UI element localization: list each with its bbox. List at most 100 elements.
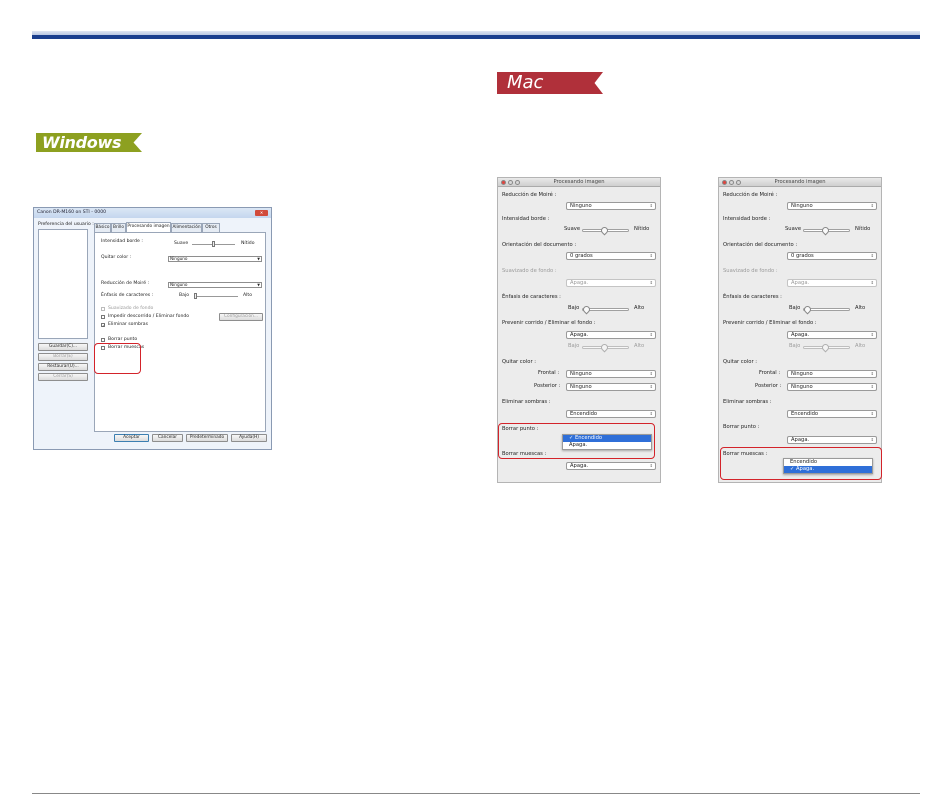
restore-button[interactable]: Restaurar(U)... [38,363,88,371]
bg-smooth-label: Suavizado de fondo : [723,268,778,274]
slider-thumb[interactable] [212,241,215,247]
help-button[interactable]: Ayuda(H) [231,434,267,442]
edge-label: Intensidad borde : [723,216,771,222]
default-button[interactable]: Predeterminado [186,434,228,442]
char-slider[interactable] [802,304,850,315]
bg-smooth-select[interactable]: Apaga. ⇕ [566,279,656,287]
shadow-label: Eliminar sombras [108,322,148,327]
back-select[interactable]: Ninguno ⇕ [787,383,877,391]
tab-feeding[interactable]: Alimentación [171,223,202,232]
slider-thumb[interactable] [581,304,592,315]
orientation-select[interactable]: 0 grados ⇕ [566,252,656,260]
erase-dot-label: Borrar punto : [723,424,760,430]
char-emphasis-label: Énfasis de caracteres : [101,293,154,298]
back-select[interactable]: Ninguno ⇕ [566,383,656,391]
window-title: Canon DR-M160 on STI - 0000 [34,208,271,218]
slider-thumb[interactable] [802,304,813,315]
prevent-label: Prevenir corrido / Eliminar el fondo : [723,320,817,326]
chevron-updown-icon: ⇕ [649,411,653,416]
moire-value: Ninguno [791,203,813,209]
moire-label: Reducción de Moiré : [723,192,778,198]
moire-value: Ninguno [570,203,592,209]
slider-thumb[interactable] [599,225,610,236]
config-button[interactable]: Configuración... [219,313,263,321]
bg-smooth-value: Apaga. [791,280,810,286]
delete-button[interactable]: Borrar(E) [38,353,88,361]
close-icon[interactable]: ✕ [255,210,268,216]
prevent-bleed-checkbox[interactable] [101,315,105,319]
highlight-box [94,343,141,374]
edge-emphasis-slider[interactable] [192,241,235,247]
slider-thumb[interactable] [599,342,610,353]
char-high-label: Alto [634,305,645,311]
windows-badge-label: Windows [42,133,122,152]
chevron-updown-icon: ⇕ [870,280,874,285]
tab-image-processing[interactable]: Procesando imagen [126,222,171,232]
moire-value: Ninguno [170,282,188,287]
moire-label: Reducción de Moiré : [101,281,150,286]
orientation-select[interactable]: 0 grados ⇕ [787,252,877,260]
ok-button[interactable]: Aceptar [114,434,149,442]
slider-thumb[interactable] [820,342,831,353]
erase-dot-checkbox[interactable] [101,338,105,342]
slider-thumb[interactable] [194,293,197,299]
char-slider[interactable] [581,304,629,315]
front-label: Frontal : [538,370,560,376]
back-label: Posterior : [755,383,782,389]
edge-slider[interactable] [803,225,850,236]
front-select[interactable]: Ninguno ⇕ [566,370,656,378]
slider-thumb[interactable] [820,225,831,236]
remove-color-select[interactable]: Ninguno ▼ [168,256,262,262]
shadow-select[interactable]: Encendido ⇕ [566,410,656,418]
shadow-select[interactable]: Encendido ⇕ [787,410,877,418]
char-label: Énfasis de caracteres : [723,294,782,300]
tab-brightness[interactable]: Brillo [111,223,126,232]
remove-color-label: Quitar color : [101,255,132,260]
user-prefs-list[interactable] [38,229,88,339]
bg-smooth-select[interactable]: Apaga. ⇕ [787,279,877,287]
moire-select[interactable]: Ninguno ▼ [168,282,262,288]
moire-select[interactable]: Ninguno ⇕ [787,202,877,210]
cancel-button[interactable]: Cancelar [152,434,183,442]
edge-emphasis-label: Intensidad borde : [101,239,143,244]
zoom-icon[interactable] [515,180,520,185]
close-icon[interactable] [722,180,727,185]
shadow-checkbox[interactable]: ✓ [101,323,105,328]
front-select[interactable]: Ninguno ⇕ [787,370,877,378]
edge-low-label: Suave [564,226,581,232]
mac-badge-label: Mac [507,72,544,93]
bg-smooth-checkbox[interactable] [101,307,105,311]
erase-notch-select[interactable]: Apaga. ⇕ [566,462,656,470]
bg-smooth-label: Suavizado de fondo [108,306,154,311]
prevent-slider[interactable] [803,342,850,353]
prevent-label: Prevenir corrido / Eliminar el fondo : [502,320,596,326]
minimize-icon[interactable] [729,180,734,185]
orientation-label: Orientación del documento : [502,242,577,248]
orientation-label: Orientación del documento : [723,242,798,248]
prevent-select[interactable]: Apaga. ⇕ [787,331,877,339]
edge-slider[interactable] [582,225,629,236]
erase-dot-select[interactable]: Apaga. ⇕ [787,436,877,444]
char-low-label: Bajo [179,293,190,298]
chevron-updown-icon: ⇕ [870,332,874,337]
edge-low-label: Suave [785,226,802,232]
save-button[interactable]: Guardar(C)... [38,343,88,351]
moire-label: Reducción de Moiré : [502,192,557,198]
tab-others[interactable]: Otros [202,223,220,232]
prevent-low-label: Bajo [568,343,580,349]
moire-select[interactable]: Ninguno ⇕ [566,202,656,210]
prevent-select[interactable]: Apaga. ⇕ [566,331,656,339]
char-emphasis-slider[interactable] [194,293,238,299]
char-low-label: Bajo [568,305,580,311]
zoom-icon[interactable] [736,180,741,185]
close-icon[interactable] [501,180,506,185]
chevron-updown-icon: ⇕ [870,253,874,258]
tab-basic[interactable]: Básico [94,223,111,232]
edge-high-label: Nítido [241,241,255,246]
shadow-label: Eliminar sombras : [502,399,551,405]
shadow-value: Encendido [570,411,598,417]
minimize-icon[interactable] [508,180,513,185]
close-settings-button[interactable]: Cerrar(S) [38,373,88,381]
prevent-slider[interactable] [582,342,629,353]
shadow-label: Eliminar sombras : [723,399,772,405]
